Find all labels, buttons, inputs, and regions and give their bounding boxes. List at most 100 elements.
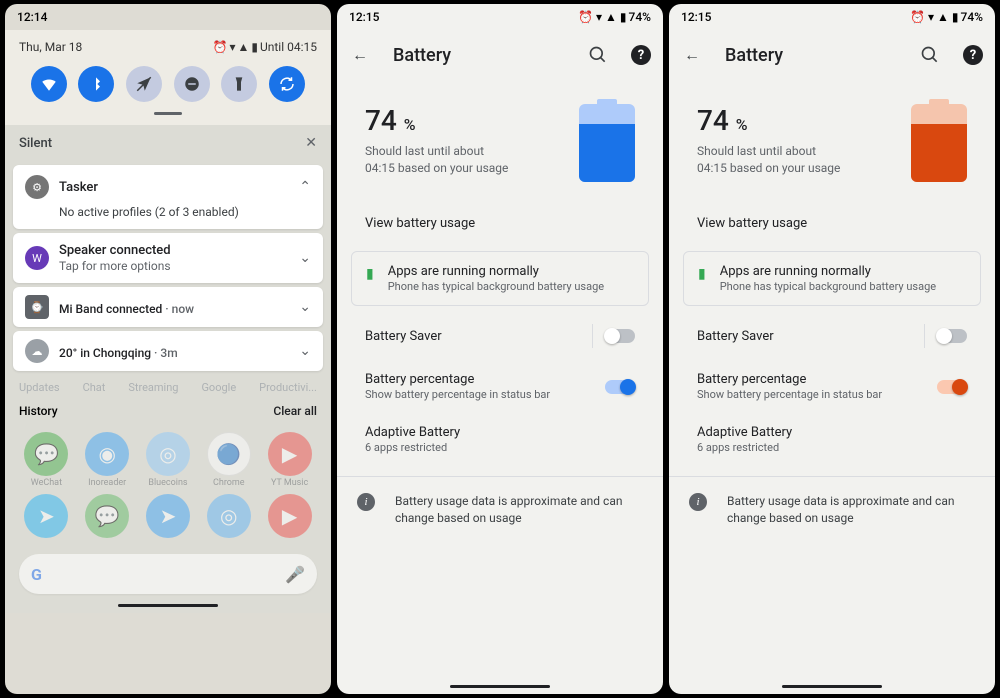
shade-date: Thu, Mar 18 [19, 40, 82, 54]
rotate-tile[interactable] [269, 66, 305, 102]
search-icon[interactable] [587, 44, 609, 66]
chevron-down-icon[interactable]: ⌄ [299, 299, 311, 315]
saver-toggle[interactable] [605, 329, 635, 343]
battery-percentage-row[interactable]: Battery percentage Show battery percenta… [669, 360, 995, 413]
adaptive-battery-row[interactable]: Adaptive Battery 6 apps restricted [337, 413, 663, 466]
three-phone-layout: 12:14 Thu, Mar 18 ⏰ ▾ ▲ ▮ Until 04:15 [1, 4, 999, 694]
miband-icon: ⌚ [25, 295, 49, 319]
app-grid: 💬WeChat ◉Inoreader ◎Bluecoins 🔵Chrome ▶Y… [5, 426, 331, 544]
battery-estimate: Should last until about04:15 based on yo… [365, 143, 515, 177]
app-bar: ← Battery ? [337, 30, 663, 74]
location-tile[interactable] [126, 66, 162, 102]
tasker-icon: ⚙ [25, 175, 49, 199]
info-icon: i [357, 493, 375, 511]
status-icons: ⏰ ▾ ▲ ▮ Until 04:15 [212, 40, 317, 54]
homescreen-tabs: UpdatesChatStreamingGoogleProductivi... [5, 375, 331, 400]
back-icon[interactable]: ← [681, 44, 703, 66]
notif-miband[interactable]: ⌚ Mi Band connected · now ⌄ [13, 287, 323, 327]
silent-label: Silent [19, 136, 52, 151]
google-search-bar[interactable]: G 🎤 [19, 554, 317, 594]
phone-battery-blue: 12:15 ⏰ ▾ ▲ ▮ 74% ← Battery ? 74 % Shoul… [337, 4, 663, 694]
info-icon: i [689, 493, 707, 511]
status-time: 12:14 [17, 10, 47, 24]
status-bar: 12:15 ⏰ ▾ ▲ ▮ 74% [669, 4, 995, 30]
percentage-toggle[interactable] [937, 380, 967, 394]
google-g-icon: G [31, 565, 42, 584]
battery-saver-row[interactable]: Battery Saver [337, 312, 663, 360]
wifi-icon: ▾ [229, 40, 235, 54]
back-icon[interactable]: ← [349, 44, 371, 66]
search-icon[interactable] [919, 44, 941, 66]
history-label[interactable]: History [19, 404, 58, 418]
battery-visual [911, 104, 967, 182]
battery-estimate: Should last until about04:15 based on yo… [697, 143, 847, 177]
battery-hero: 74 % Should last until about04:15 based … [669, 74, 995, 202]
alarm-icon: ⏰ [212, 40, 227, 54]
dnd-tile[interactable] [174, 66, 210, 102]
phone-battery-orange: 12:15 ⏰ ▾ ▲ ▮ 74% ← Battery ? 74 % Shoul… [669, 4, 995, 694]
flashlight-tile[interactable] [221, 66, 257, 102]
apps-normal-card[interactable]: ▮ Apps are running normally Phone has ty… [351, 251, 649, 306]
app-bar: ← Battery ? [669, 30, 995, 74]
signal-icon: ▲ [237, 40, 249, 54]
battery-saver-row[interactable]: Battery Saver [669, 312, 995, 360]
page-title: Battery [393, 45, 565, 66]
notif-tasker[interactable]: ⚙ Tasker ⌃ No active profiles (2 of 3 en… [13, 165, 323, 229]
speaker-icon: W [25, 246, 49, 270]
nav-handle[interactable] [118, 604, 218, 607]
help-icon[interactable]: ? [631, 45, 651, 65]
battery-hero: 74 % Should last until about04:15 based … [337, 74, 663, 202]
status-bar: 12:14 [5, 4, 331, 30]
wechat-icon[interactable]: 💬 [24, 432, 68, 476]
ytmusic-icon[interactable]: ▶ [268, 432, 312, 476]
status-bar: 12:15 ⏰ ▾ ▲ ▮ 74% [337, 4, 663, 30]
battery-ok-icon: ▮ [366, 266, 374, 282]
view-usage-link[interactable]: View battery usage [337, 202, 663, 245]
status-icons: ⏰ ▾ ▲ ▮ 74% [910, 10, 983, 24]
quick-settings-row [19, 54, 317, 110]
chevron-up-icon[interactable]: ⌃ [299, 179, 311, 195]
phone-notification-shade: 12:14 Thu, Mar 18 ⏰ ▾ ▲ ▮ Until 04:15 [5, 4, 331, 694]
app-icon[interactable]: ◎ [207, 494, 251, 538]
bluecoins-icon[interactable]: ◎ [146, 432, 190, 476]
nav-handle[interactable] [450, 685, 550, 688]
bluetooth-tile[interactable] [78, 66, 114, 102]
status-time: 12:15 [349, 10, 379, 24]
wifi-tile[interactable] [31, 66, 67, 102]
adaptive-battery-row[interactable]: Adaptive Battery 6 apps restricted [669, 413, 995, 466]
clear-all-button[interactable]: Clear all [273, 404, 317, 418]
help-icon[interactable]: ? [963, 45, 983, 65]
battery-percent: 74 % [365, 104, 579, 137]
assistant-icon[interactable]: 🎤 [285, 565, 305, 584]
status-time: 12:15 [681, 10, 711, 24]
battery-ok-icon: ▮ [698, 266, 706, 282]
chevron-down-icon[interactable]: ⌄ [299, 250, 311, 266]
battery-visual [579, 104, 635, 182]
shade-handle[interactable] [154, 112, 182, 115]
telegram-icon[interactable]: ➤ [24, 494, 68, 538]
footer-note: i Battery usage data is approximate and … [337, 477, 663, 543]
notif-weather[interactable]: ☁ 20° in Chongqing · 3m ⌄ [13, 331, 323, 371]
page-title: Battery [725, 45, 897, 66]
until-text: Until 04:15 [260, 40, 317, 54]
notif-speaker[interactable]: W Speaker connected Tap for more options… [13, 233, 323, 283]
close-icon[interactable]: ✕ [305, 135, 317, 151]
chrome-icon[interactable]: 🔵 [207, 432, 251, 476]
saver-toggle[interactable] [937, 329, 967, 343]
shade-header: Thu, Mar 18 ⏰ ▾ ▲ ▮ Until 04:15 [5, 30, 331, 125]
percentage-toggle[interactable] [605, 380, 635, 394]
apps-normal-card[interactable]: ▮ Apps are running normally Phone has ty… [683, 251, 981, 306]
battery-percentage-row[interactable]: Battery percentage Show battery percenta… [337, 360, 663, 413]
nav-handle[interactable] [782, 685, 882, 688]
app-icon[interactable]: ➤ [146, 494, 190, 538]
inoreader-icon[interactable]: ◉ [85, 432, 129, 476]
youtube-icon[interactable]: ▶ [268, 494, 312, 538]
footer-note: i Battery usage data is approximate and … [669, 477, 995, 543]
app-icon[interactable]: 💬 [85, 494, 129, 538]
weather-icon: ☁ [25, 339, 49, 363]
notification-section: Silent ✕ ⚙ Tasker ⌃ No active profiles (… [5, 125, 331, 613]
battery-percent: 74 % [697, 104, 911, 137]
battery-icon: ▮ [251, 40, 258, 54]
chevron-down-icon[interactable]: ⌄ [299, 343, 311, 359]
view-usage-link[interactable]: View battery usage [669, 202, 995, 245]
